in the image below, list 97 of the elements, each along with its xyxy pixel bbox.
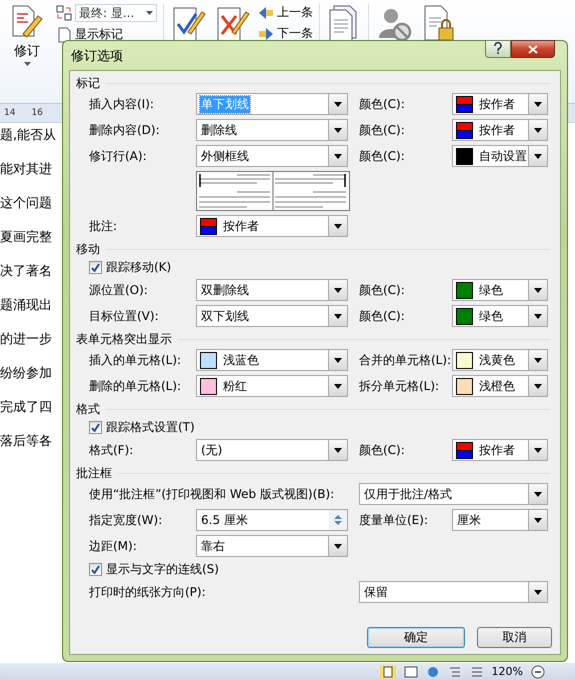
dropdown-field[interactable]: 按作者 <box>452 93 548 115</box>
field-label: 颜色(C): <box>358 282 406 298</box>
field-label: 使用“批注框”(打印视图和 Web 版式视图)(B): <box>89 486 336 502</box>
spin-arrows-icon[interactable] <box>329 510 347 530</box>
field-label: 边距(M): <box>89 538 138 554</box>
close-icon[interactable] <box>528 44 538 54</box>
previous-change-button[interactable]: 上一条 <box>258 4 313 21</box>
dropdown-field[interactable]: 仅用于批注/格式 <box>359 483 548 505</box>
cancel-button[interactable]: 取消 <box>477 627 552 648</box>
pencil-document-icon[interactable] <box>10 4 44 40</box>
split-swatch-icon <box>456 96 473 112</box>
checkbox-label[interactable]: 跟踪格式设置(T) <box>106 418 195 436</box>
close-button[interactable] <box>511 40 555 58</box>
spin-field[interactable]: 6.5 厘米 <box>196 509 348 531</box>
caret-icon[interactable] <box>146 11 153 15</box>
field-label: 度量单位(E): <box>358 512 429 528</box>
table-arrows-icon[interactable] <box>56 5 72 21</box>
field-label: 目标位置(V): <box>89 308 160 324</box>
field-label: 合并的单元格(L): <box>358 352 452 368</box>
dropdown-field[interactable]: 浅橙色 <box>452 375 548 397</box>
right-arrow-icon[interactable] <box>258 26 274 40</box>
dropdown-field[interactable]: 绿色 <box>452 305 548 327</box>
split-swatch-icon <box>456 122 473 138</box>
ruler-number: 16 <box>31 108 43 118</box>
dropdown-field[interactable]: 双下划线 <box>196 305 348 327</box>
dropdown-field[interactable]: 双删除线 <box>196 279 348 301</box>
dropdown-field[interactable]: 绿色 <box>452 279 548 301</box>
field-label: 颜色(C): <box>358 308 406 324</box>
web-layout-icon[interactable] <box>426 664 440 678</box>
field-label: 颜色(C): <box>358 96 406 112</box>
field-label: 指定宽度(W): <box>89 512 164 528</box>
caret-icon[interactable] <box>24 62 30 66</box>
help-button[interactable] <box>485 40 511 58</box>
field-label: 打印时的纸张方向(P): <box>89 584 207 600</box>
split-swatch-icon <box>456 442 473 458</box>
field-label: 修订行(A): <box>89 148 148 164</box>
checkbox-label[interactable]: 显示与文字的连线(S) <box>106 560 219 578</box>
reading-layout-icon[interactable] <box>404 664 418 678</box>
field-label: 删除的单元格(L): <box>89 378 182 394</box>
field-label: 批注: <box>89 218 118 234</box>
dropdown-field[interactable]: 浅蓝色 <box>196 349 348 371</box>
document-text-line: 题,能否从 <box>0 129 58 143</box>
split-swatch-icon <box>200 218 217 234</box>
help-icon[interactable] <box>494 42 502 54</box>
section-heading: 表单元格突出显示 <box>76 331 172 348</box>
ruler-number: 14 <box>4 108 16 118</box>
document-text-line: 纷纷参加 <box>0 367 53 381</box>
section-heading: 批注框 <box>76 465 112 482</box>
field-label: 颜色(C): <box>358 148 406 164</box>
dialog-title: 修订选项 <box>70 48 123 64</box>
section-heading: 移动 <box>76 241 100 258</box>
dropdown-field[interactable]: 按作者 <box>452 439 548 461</box>
document-text-line: 落后等各 <box>0 435 53 449</box>
next-change-button[interactable]: 下一条 <box>258 25 313 42</box>
zoom-out-icon[interactable] <box>531 664 545 678</box>
show-markup-button[interactable]: 显示标记 <box>75 26 123 43</box>
dropdown-field[interactable]: 自动设置 <box>452 145 548 167</box>
document-text-line: 题涌现出 <box>0 299 53 313</box>
field-label: 颜色(C): <box>358 122 406 138</box>
document-text-line: 完成了四 <box>0 401 53 415</box>
document-icon[interactable] <box>56 26 72 42</box>
checkbox[interactable] <box>89 562 102 576</box>
checkbox[interactable] <box>89 260 102 274</box>
dropdown-field[interactable]: 粉红 <box>196 375 348 397</box>
checkbox[interactable] <box>89 420 102 434</box>
section-heading: 格式 <box>76 401 100 418</box>
dropdown-field[interactable]: 删除线 <box>196 119 348 141</box>
dropdown-field[interactable]: 保留 <box>359 581 548 603</box>
checkbox-label[interactable]: 跟踪移动(K) <box>106 258 172 276</box>
dropdown-field[interactable]: 靠右 <box>196 535 348 557</box>
dropdown-field[interactable]: (无) <box>196 439 348 461</box>
left-arrow-icon[interactable] <box>258 6 274 20</box>
document-text-line: 夏画完整 <box>0 231 53 245</box>
field-label: 插入内容(I): <box>89 96 155 112</box>
markup-dropdown[interactable]: 最终: 显... <box>75 4 157 22</box>
field-label: 删除内容(D): <box>89 122 161 138</box>
document-text-line: 这个问题 <box>0 197 53 211</box>
track-changes-button[interactable]: 修订 <box>4 4 50 103</box>
field-label: 拆分单元格(L): <box>358 378 440 394</box>
dropdown-field[interactable]: 按作者 <box>196 215 348 237</box>
document-text-line: 的进一步 <box>0 333 53 347</box>
zoom-level[interactable]: 120% <box>492 665 523 678</box>
dropdown-field[interactable]: 浅黄色 <box>452 349 548 371</box>
field-label: 源位置(O): <box>89 282 149 298</box>
document-text-line: 决了著名 <box>0 265 53 279</box>
dropdown-field[interactable]: 按作者 <box>452 119 548 141</box>
draft-icon[interactable] <box>470 664 484 678</box>
dropdown-field[interactable]: 外侧框线 <box>196 145 348 167</box>
ok-button[interactable]: 确定 <box>367 627 465 648</box>
document-text-line: 能对其进 <box>0 163 53 177</box>
field-label: 颜色(C): <box>358 442 406 458</box>
field-label: 格式(F): <box>89 442 134 458</box>
print-layout-icon[interactable] <box>380 664 396 678</box>
field-label: 插入的单元格(L): <box>89 352 182 368</box>
outline-icon[interactable] <box>448 664 462 678</box>
section-heading: 标记 <box>76 75 100 92</box>
dropdown-field[interactable]: 厘米 <box>452 509 548 531</box>
